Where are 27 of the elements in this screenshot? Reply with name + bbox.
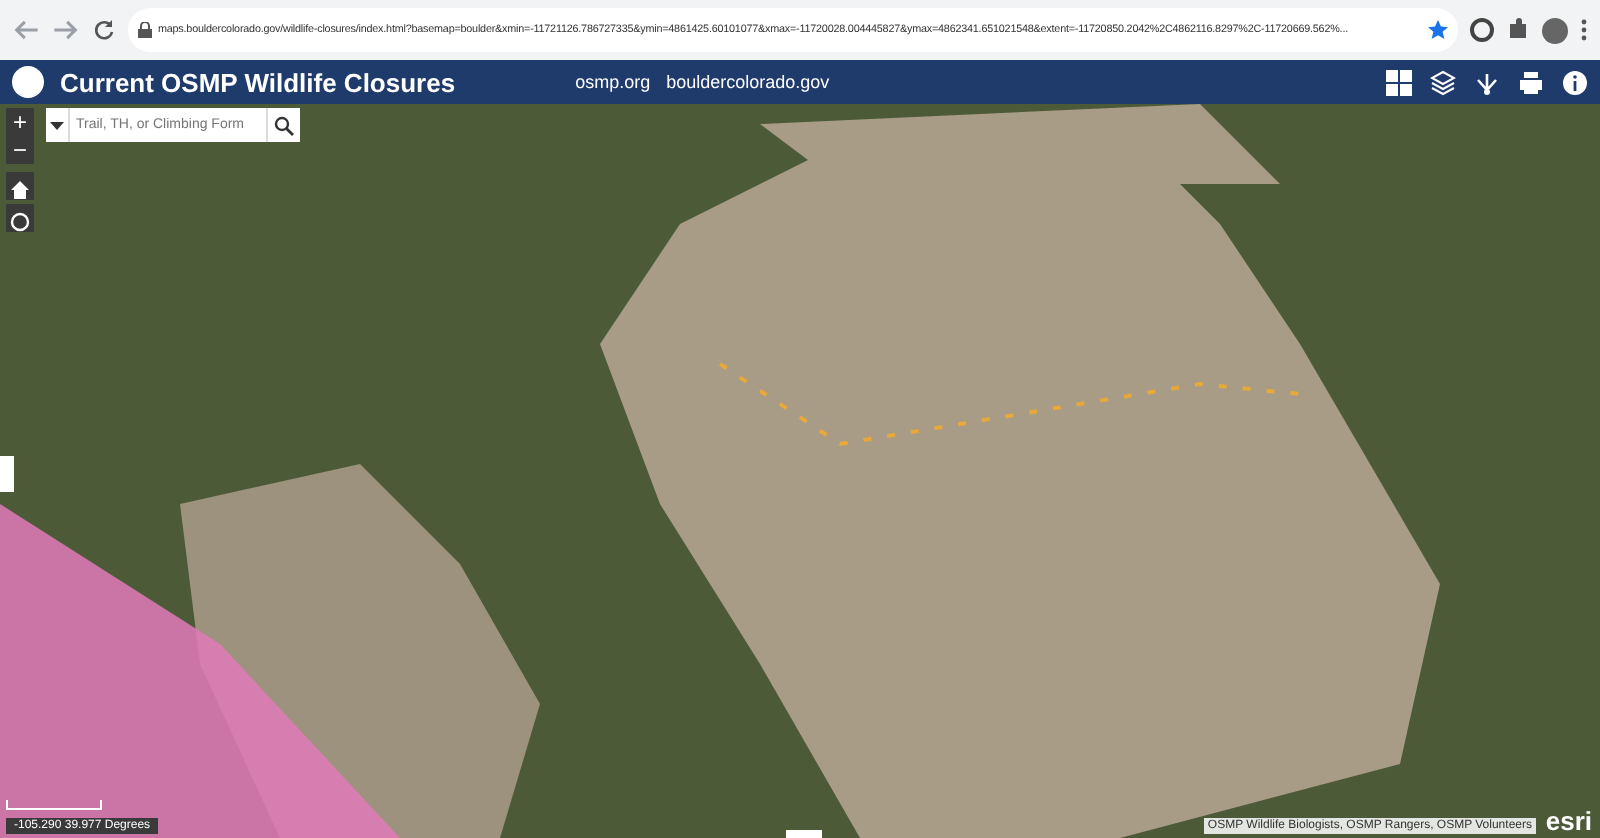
search-button[interactable] [266, 108, 300, 142]
zoom-out-button[interactable]: − [6, 136, 34, 164]
zoom-in-button[interactable]: + [6, 108, 34, 136]
app-title: Current OSMP Wildlife Closures [60, 67, 456, 97]
locate-button[interactable] [6, 204, 34, 232]
header-link[interactable]: bouldercolorado.gov [666, 72, 830, 92]
search-icon [274, 116, 294, 136]
grid-icon[interactable] [1386, 69, 1412, 95]
menu-icon[interactable] [1580, 18, 1588, 42]
bottom-panel-handle[interactable] [786, 830, 822, 838]
panel-toggle-handle[interactable] [0, 456, 14, 492]
scale-bar [6, 800, 102, 810]
lock-icon [138, 22, 152, 38]
star-icon[interactable] [1428, 20, 1448, 40]
home-icon [10, 180, 30, 200]
print-icon[interactable] [1518, 69, 1544, 95]
header-link[interactable]: osmp.org [575, 72, 651, 92]
search-dropdown-button[interactable] [46, 108, 70, 142]
profile-avatar[interactable] [1542, 17, 1568, 43]
caret-icon [50, 121, 64, 129]
info-icon[interactable] [1562, 69, 1588, 95]
circle-icon [10, 212, 30, 232]
layers-icon[interactable] [1430, 69, 1456, 95]
city-logo [12, 66, 44, 98]
esri-logo[interactable]: esri [1545, 806, 1592, 836]
reload-icon[interactable] [92, 18, 116, 42]
home-button[interactable] [6, 172, 34, 200]
